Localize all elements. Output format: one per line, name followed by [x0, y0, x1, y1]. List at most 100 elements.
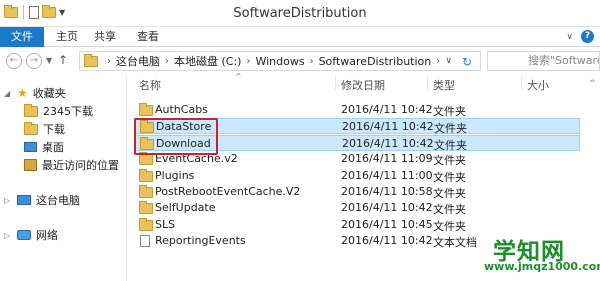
- file-row[interactable]: DataStore 2016/4/11 10:42 文件夹: [134, 118, 580, 135]
- nav-item-2345download[interactable]: 2345下载: [24, 103, 93, 119]
- nav-item-label: 2345下载: [43, 105, 93, 118]
- nav-item-label: 下载: [43, 123, 65, 136]
- file-date: 2016/4/11 10:42: [341, 103, 433, 116]
- expand-ribbon-icon[interactable]: ∨: [566, 32, 573, 42]
- window-title: SoftwareDistribution: [233, 6, 367, 21]
- up-button[interactable]: ↑: [58, 53, 68, 67]
- nav-network[interactable]: ▷ 网络: [4, 227, 58, 243]
- file-row[interactable]: SLS 2016/4/11 10:45 文件夹: [134, 217, 580, 233]
- file-type: 文件夹: [433, 105, 466, 118]
- sort-arrow-icon: ^: [235, 72, 242, 81]
- tab-share[interactable]: 共享: [91, 27, 119, 47]
- file-date: 2016/4/11 11:00: [341, 169, 433, 182]
- back-button[interactable]: ←: [6, 53, 22, 69]
- file-name: Plugins: [155, 169, 195, 182]
- recent-locations-icon[interactable]: ▼: [46, 56, 52, 65]
- file-name: ReportingEvents: [155, 234, 246, 247]
- network-icon: [17, 230, 31, 240]
- computer-icon: [17, 195, 31, 205]
- search-input[interactable]: 搜索"SoftwareDi: [487, 51, 600, 71]
- file-row[interactable]: EventCache.v2 2016/4/11 11:09 文件夹: [134, 151, 580, 167]
- expand-icon[interactable]: ▷: [4, 231, 12, 240]
- file-date: 2016/4/11 10:58: [341, 185, 433, 198]
- file-type: 文件夹: [433, 220, 466, 233]
- file-date: 2016/4/11 10:45: [341, 218, 433, 231]
- nav-item-desktop[interactable]: 桌面: [24, 139, 64, 155]
- breadcrumb-this-pc[interactable]: 这台电脑: [116, 53, 160, 69]
- file-name: PostRebootEventCache.V2: [155, 185, 301, 198]
- folder-icon: [84, 53, 98, 67]
- file-type: 文本文档: [433, 236, 477, 249]
- refresh-icon[interactable]: ↻: [462, 55, 472, 69]
- pane-splitter[interactable]: [126, 75, 127, 281]
- file-row[interactable]: Download 2016/4/11 10:42 文件夹: [134, 135, 580, 152]
- nav-this-pc-label: 这台电脑: [36, 194, 80, 207]
- file-row[interactable]: AuthCabs 2016/4/11 10:42 文件夹: [134, 102, 580, 118]
- folder-icon: [140, 137, 154, 150]
- navigation-bar: ← → ▼ ↑ › 这台电脑 › 本地磁盘 (C:) › Windows › S…: [0, 47, 600, 75]
- expand-icon[interactable]: ◢: [4, 89, 12, 98]
- file-name: Download: [156, 137, 211, 150]
- file-type: 文件夹: [433, 154, 466, 167]
- file-date: 2016/4/11 10:42: [341, 234, 433, 247]
- tab-home[interactable]: 主页: [53, 27, 81, 47]
- title-bar: ▼ SoftwareDistribution: [0, 0, 600, 27]
- column-header-type[interactable]: 类型: [433, 77, 455, 93]
- column-divider[interactable]: [335, 76, 336, 90]
- breadcrumb-local-disk[interactable]: 本地磁盘 (C:): [174, 53, 241, 69]
- breadcrumb-separator-icon: ›: [309, 55, 314, 67]
- folder-icon: [139, 103, 153, 116]
- nav-favorites-label: 收藏夹: [32, 87, 66, 100]
- ribbon-tabs: 文件 主页 共享 查看 ∨ ?: [0, 27, 600, 47]
- address-bar[interactable]: › 这台电脑 › 本地磁盘 (C:) › Windows › SoftwareD…: [79, 51, 481, 71]
- breadcrumb-separator-icon: ›: [107, 55, 111, 67]
- folder-icon: [139, 185, 153, 198]
- desktop-icon: [24, 142, 37, 152]
- nav-network-label: 网络: [36, 229, 58, 242]
- expand-icon[interactable]: ▷: [4, 196, 12, 205]
- column-header-date[interactable]: 修改日期: [341, 77, 385, 93]
- download-folder-icon: [24, 121, 38, 135]
- column-header-size[interactable]: 大小: [527, 77, 549, 93]
- nav-item-recent[interactable]: 最近访问的位置: [24, 157, 119, 173]
- nav-favorites[interactable]: ◢ ★ 收藏夹: [4, 85, 66, 101]
- breadcrumb-separator-icon: ›: [246, 55, 251, 67]
- folder-icon: [139, 169, 153, 182]
- forward-button[interactable]: →: [26, 53, 42, 69]
- address-dropdown-icon[interactable]: ∨: [445, 56, 452, 66]
- file-type: 文件夹: [433, 203, 466, 216]
- column-divider[interactable]: [427, 76, 428, 90]
- breadcrumb-separator-icon: ›: [165, 55, 169, 67]
- file-type: 文件夹: [434, 122, 467, 135]
- folder-icon: [139, 152, 153, 165]
- help-icon[interactable]: ?: [581, 30, 594, 43]
- nav-item-downloads[interactable]: 下载: [24, 121, 65, 137]
- nav-item-label: 最近访问的位置: [42, 159, 119, 172]
- breadcrumb-windows[interactable]: Windows: [255, 55, 304, 68]
- file-name: EventCache.v2: [155, 152, 238, 165]
- tab-view[interactable]: 查看: [134, 27, 162, 47]
- file-date: 2016/4/11 10:42: [342, 120, 434, 133]
- file-date: 2016/4/11 11:09: [341, 152, 433, 165]
- nav-this-pc[interactable]: ▷ 这台电脑: [4, 192, 80, 208]
- column-header-name[interactable]: 名称: [139, 77, 161, 93]
- column-divider[interactable]: [521, 76, 522, 90]
- file-date: 2016/4/11 10:42: [342, 137, 434, 150]
- star-icon: ★: [17, 86, 28, 100]
- file-row[interactable]: SelfUpdate 2016/4/11 10:42 文件夹: [134, 200, 580, 216]
- folder-icon: [139, 218, 153, 231]
- file-row[interactable]: PostRebootEventCache.V2 2016/4/11 10:58 文件…: [134, 184, 580, 200]
- file-name: SLS: [155, 218, 176, 231]
- file-name: DataStore: [156, 120, 212, 133]
- breadcrumb-separator-icon: ›: [436, 55, 441, 67]
- file-type: 文件夹: [433, 187, 466, 200]
- folder-icon: [140, 120, 154, 133]
- folder-icon: [139, 201, 153, 214]
- tab-file[interactable]: 文件: [0, 27, 44, 47]
- breadcrumb-softwaredistribution[interactable]: SoftwareDistribution: [319, 55, 432, 68]
- file-row[interactable]: Plugins 2016/4/11 11:00 文件夹: [134, 168, 580, 184]
- nav-item-label: 桌面: [42, 141, 64, 154]
- recent-places-icon: [24, 159, 37, 171]
- navigation-pane: ◢ ★ 收藏夹 2345下载 下载 桌面 最近访问的位置 ▷ 这台电脑 ▷ 网络: [0, 75, 126, 281]
- scroll-up-icon[interactable]: ^: [588, 79, 596, 89]
